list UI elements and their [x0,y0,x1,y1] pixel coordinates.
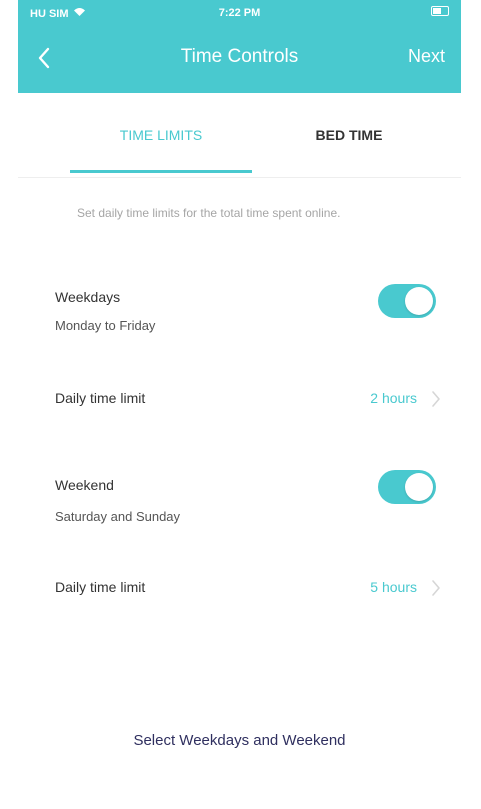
weekdays-limit-value: 2 hours [370,390,417,406]
chevron-right-icon [429,578,443,598]
status-bar: HU SIM 7:22 PM [18,0,461,26]
app-header: HU SIM 7:22 PM Time Controls Next [18,0,461,93]
weekdays-toggle[interactable] [378,284,436,318]
weekdays-title: Weekdays [55,289,121,305]
weekdays-daily-limit-row[interactable]: Daily time limit 2 hours [18,380,461,420]
tab-bar: TIME LIMITS BED TIME [18,93,461,178]
weekend-title: Weekend [55,477,114,493]
toggle-knob [405,287,433,315]
active-tab-indicator [70,170,252,173]
weekend-limit-value: 5 hours [370,579,417,595]
tab-time-limits[interactable]: TIME LIMITS [70,93,252,177]
weekend-daily-limit-row[interactable]: Daily time limit 5 hours [18,569,461,609]
battery-icon [431,6,449,16]
weekend-subtitle: Saturday and Sunday [55,509,181,524]
description-text: Set daily time limits for the total time… [77,206,341,220]
page-title: Time Controls [180,46,299,67]
select-weekdays-weekend-button[interactable]: Select Weekdays and Weekend [18,732,461,749]
weekdays-subtitle: Monday to Friday [55,318,156,333]
status-right [431,6,449,16]
next-button[interactable]: Next [408,46,445,67]
app-screen: HU SIM 7:22 PM Time Controls Next TIME L… [18,0,461,809]
nav-bar: Time Controls Next [18,26,461,93]
weekend-limit-label: Daily time limit [55,579,146,595]
weekend-toggle[interactable] [378,470,436,504]
weekdays-limit-label: Daily time limit [55,390,146,406]
chevron-right-icon [429,389,443,409]
tab-bed-time[interactable]: BED TIME [274,93,424,177]
toggle-knob [405,473,433,501]
status-time: 7:22 PM [218,7,261,19]
